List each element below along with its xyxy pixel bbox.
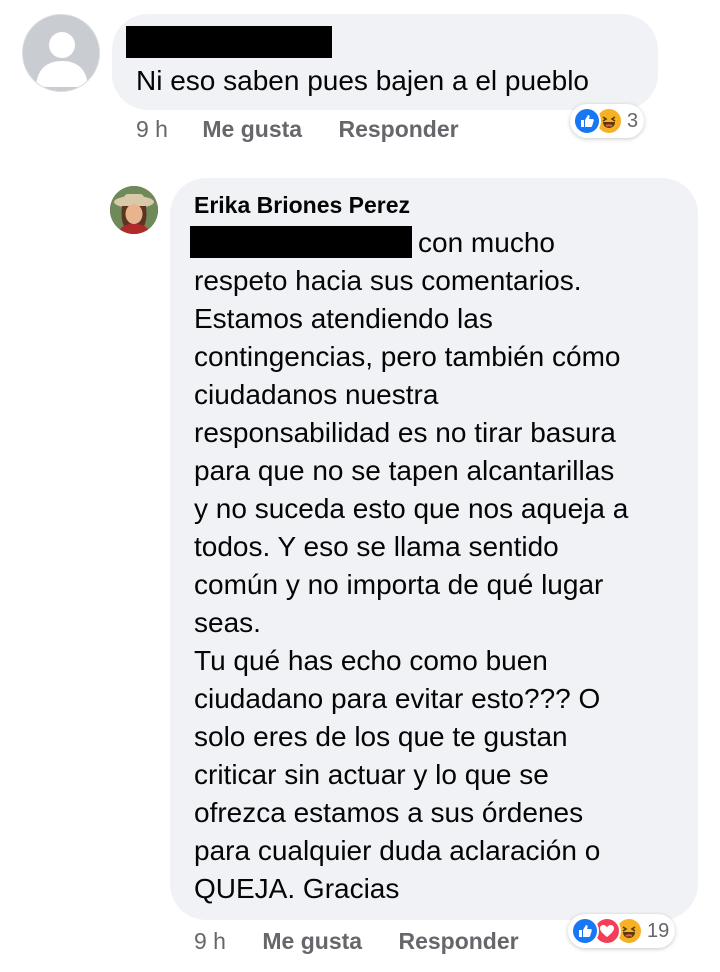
reply-line: y no suceda esto que nos aqueja a [194, 493, 629, 524]
reply-line: para que no se tapen alcantarillas [194, 455, 615, 486]
reply-line: ciudadanos nuestra [194, 379, 439, 410]
reaction-count: 3 [627, 109, 639, 132]
reply-timestamp[interactable]: 9 h [194, 928, 226, 954]
comment-text: Ni eso saben pues bajen a el pueblo [136, 65, 590, 96]
like-button[interactable]: Me gusta [262, 928, 362, 954]
like-button[interactable]: Me gusta [202, 116, 302, 142]
user-silhouette-icon [36, 32, 88, 87]
reaction-summary[interactable]: 3 [570, 104, 645, 138]
reply-actions: 9 h Me gusta Responder [194, 928, 519, 955]
reply-button[interactable]: Responder [338, 116, 458, 142]
reply-line: solo eres de los que te gustan [194, 721, 568, 752]
reply-line: todos. Y eso se llama sentido [194, 531, 559, 562]
comment-actions: 9 h Me gusta Responder [136, 116, 459, 143]
profile-photo-icon [110, 186, 158, 234]
avatar-erika[interactable] [110, 186, 158, 234]
reply-button[interactable]: Responder [398, 928, 518, 954]
reply-line: QUEJA. Gracias [194, 873, 400, 904]
reply-text: respeto hacia sus comentarios. Estamos a… [194, 262, 628, 908]
reply-reaction-summary[interactable]: 19 [568, 914, 676, 948]
reply-line: respeto hacia sus comentarios. [194, 265, 582, 296]
reply-line: contingencias, pero también cómo [194, 341, 621, 372]
reply-line: responsabilidad es no tirar basura [194, 417, 616, 448]
redacted-mention [190, 226, 412, 258]
reply-author[interactable]: Erika Briones Perez [194, 192, 410, 219]
reply-line: seas. [194, 607, 261, 638]
like-icon [571, 917, 599, 945]
comment-timestamp[interactable]: 9 h [136, 116, 168, 142]
reply-line: ciudadano para evitar esto??? O [194, 683, 601, 714]
like-icon [573, 107, 601, 135]
reply-line: Estamos atendiendo las [194, 303, 493, 334]
reply-line: criticar sin actuar y lo que se [194, 759, 549, 790]
reply-line: Tu qué has echo como buen [194, 645, 548, 676]
reply-line: ofrezca estamos a sus órdenes [194, 797, 584, 828]
redacted-author-name [126, 26, 332, 58]
reply-first-line-tail: con mucho [418, 227, 555, 258]
reply-line: común y no importa de qué lugar [194, 569, 604, 600]
reply-line: para cualquier duda aclaración o [194, 835, 601, 866]
avatar-default[interactable] [22, 14, 100, 92]
reaction-count: 19 [647, 919, 670, 942]
